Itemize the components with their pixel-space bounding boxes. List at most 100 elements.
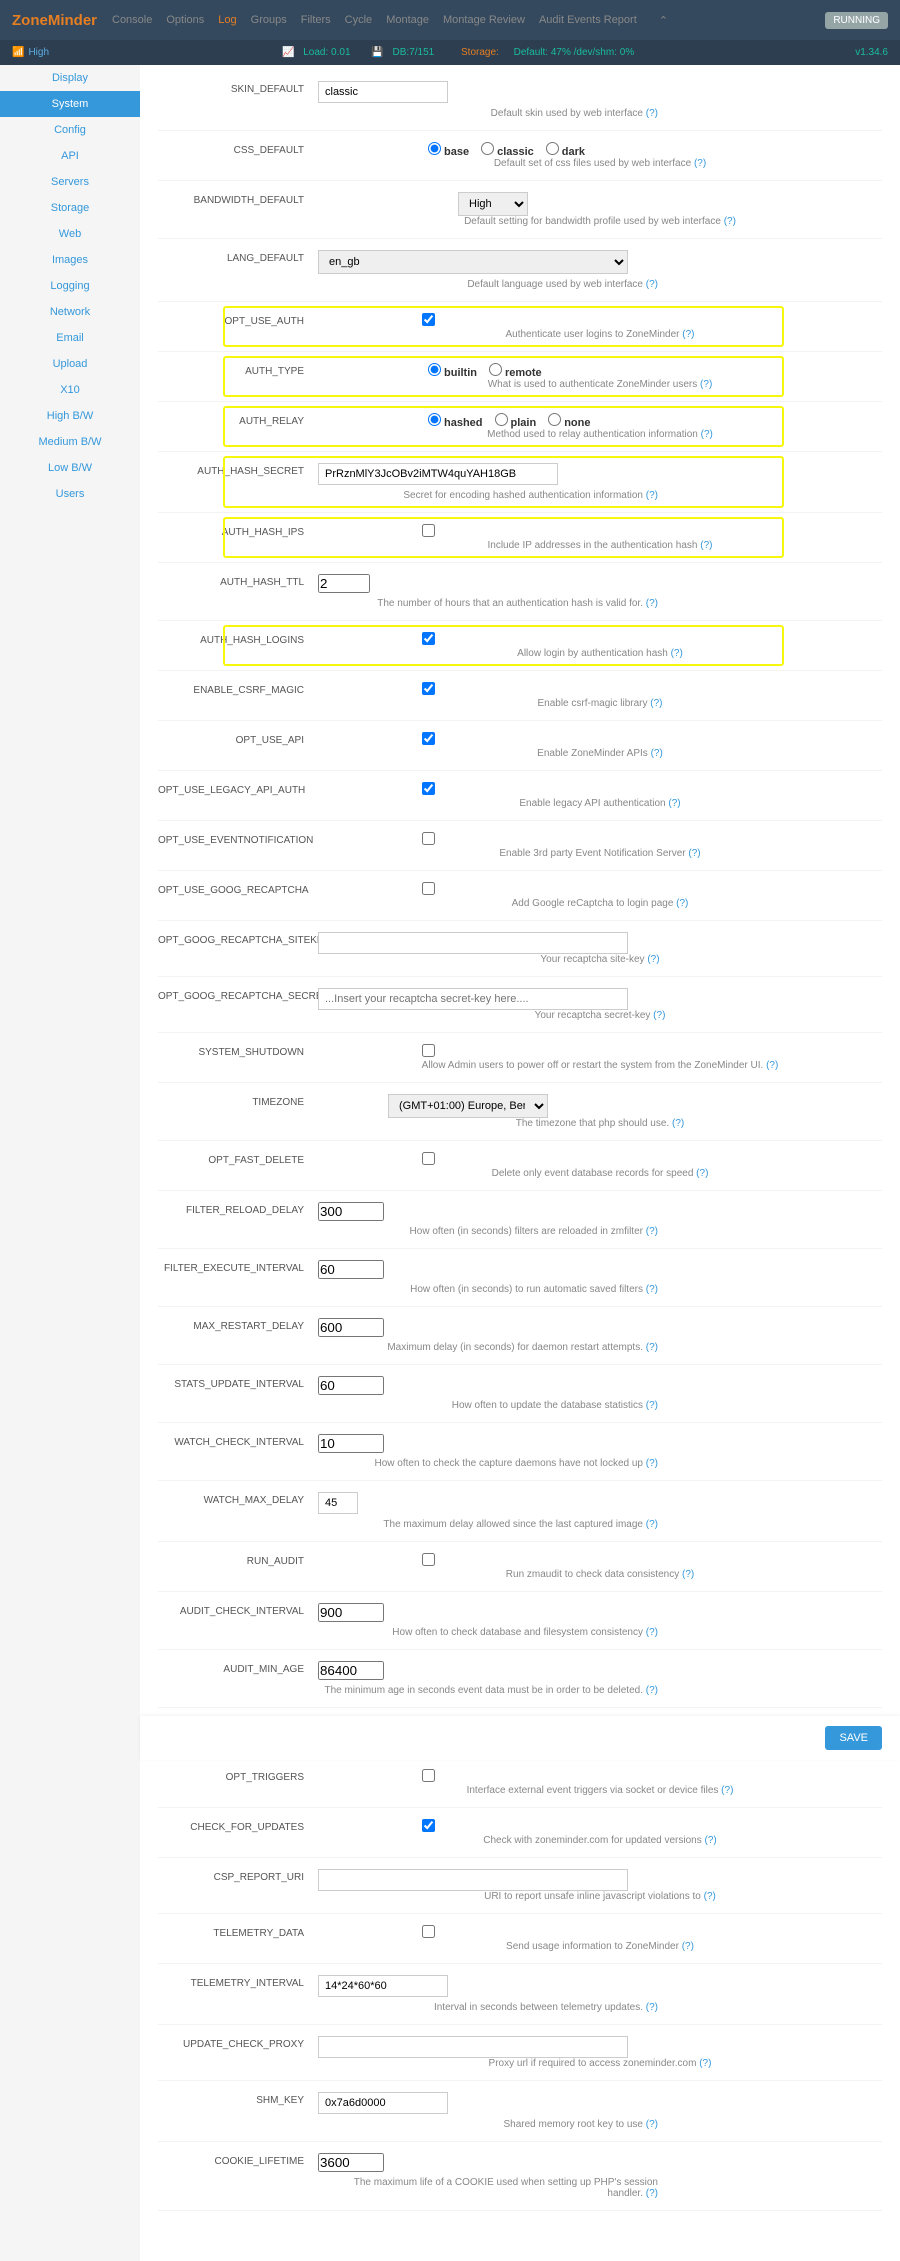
shm-key-input[interactable] [318,2092,448,2114]
auth-hash-secret-input[interactable] [318,463,558,485]
filter-execute-interval-input[interactable] [318,1260,384,1279]
help-icon[interactable]: (?) [705,1835,717,1846]
help-icon[interactable]: (?) [646,1284,658,1295]
storage-status[interactable]: Storage: Default: 47% /dev/shm: 0% [455,47,640,58]
help-icon[interactable]: (?) [646,2119,658,2130]
check-for-updates-checkbox[interactable] [422,1819,435,1832]
radio-dark[interactable]: dark [546,146,585,158]
radio-none[interactable]: none [548,417,590,429]
help-icon[interactable]: (?) [647,954,659,965]
opt-use-goog-recaptcha-checkbox[interactable] [422,882,435,895]
status-badge[interactable]: RUNNING [825,12,888,29]
system-shutdown-checkbox[interactable] [422,1044,435,1057]
radio-base[interactable]: base [428,146,469,158]
sidebar-item-network[interactable]: Network [0,299,140,325]
opt-use-api-checkbox[interactable] [422,732,435,745]
help-icon[interactable]: (?) [646,1458,658,1469]
sidebar-item-servers[interactable]: Servers [0,169,140,195]
radio-hashed[interactable]: hashed [428,417,483,429]
help-icon[interactable]: (?) [646,2002,658,2013]
help-icon[interactable]: (?) [721,1785,733,1796]
help-icon[interactable]: (?) [766,1060,778,1071]
sidebar-item-upload[interactable]: Upload [0,351,140,377]
lang-default-select[interactable]: en_gb [318,250,628,274]
save-button[interactable]: SAVE [825,1726,882,1750]
help-icon[interactable]: (?) [700,379,712,390]
sidebar-item-system[interactable]: System [0,91,140,117]
auth-hash-logins-checkbox[interactable] [422,632,435,645]
opt-goog-recaptcha-sitekey-input[interactable] [318,932,628,954]
sidebar-item-web[interactable]: Web [0,221,140,247]
help-icon[interactable]: (?) [646,1400,658,1411]
help-icon[interactable]: (?) [671,648,683,659]
help-icon[interactable]: (?) [682,1569,694,1580]
sidebar-item-medium-b-w[interactable]: Medium B/W [0,429,140,455]
bandwidth-indicator[interactable]: 📶High [12,47,49,58]
sidebar-item-low-b-w[interactable]: Low B/W [0,455,140,481]
help-icon[interactable]: (?) [676,898,688,909]
db-status[interactable]: 💾 DB:7/151 [371,47,440,58]
filter-reload-delay-input[interactable] [318,1202,384,1221]
nav-audit-events-report[interactable]: Audit Events Report [539,14,637,26]
auth-hash-ips-checkbox[interactable] [422,524,435,537]
nav-options[interactable]: Options [166,14,204,26]
cookie-lifetime-input[interactable] [318,2153,384,2172]
help-icon[interactable]: (?) [646,1519,658,1530]
stats-update-interval-input[interactable] [318,1376,384,1395]
sidebar-item-api[interactable]: API [0,143,140,169]
max-restart-delay-input[interactable] [318,1318,384,1337]
watch-check-interval-input[interactable] [318,1434,384,1453]
radio-remote[interactable]: remote [489,367,542,379]
help-icon[interactable]: (?) [672,1118,684,1129]
help-icon[interactable]: (?) [700,540,712,551]
help-icon[interactable]: (?) [646,1226,658,1237]
help-icon[interactable]: (?) [646,108,658,119]
opt-fast-delete-checkbox[interactable] [422,1152,435,1165]
run-audit-checkbox[interactable] [422,1553,435,1566]
sidebar-item-users[interactable]: Users [0,481,140,507]
help-icon[interactable]: (?) [699,2058,711,2069]
nav-console[interactable]: Console [112,14,152,26]
opt-use-legacy-api-auth-checkbox[interactable] [422,782,435,795]
help-icon[interactable]: (?) [694,158,706,169]
sidebar-item-images[interactable]: Images [0,247,140,273]
sidebar-item-x10[interactable]: X10 [0,377,140,403]
help-icon[interactable]: (?) [688,848,700,859]
radio-plain[interactable]: plain [495,417,537,429]
sidebar-item-display[interactable]: Display [0,65,140,91]
help-icon[interactable]: (?) [704,1891,716,1902]
nav-cycle[interactable]: Cycle [345,14,373,26]
nav-log[interactable]: Log [218,14,236,26]
audit-check-interval-input[interactable] [318,1603,384,1622]
audit-min-age-input[interactable] [318,1661,384,1680]
help-icon[interactable]: (?) [646,490,658,501]
version-label[interactable]: v1.34.6 [855,47,888,58]
skin-default-input[interactable] [318,81,448,103]
sidebar-item-high-b-w[interactable]: High B/W [0,403,140,429]
telemetry-interval-input[interactable] [318,1975,448,1997]
opt-triggers-checkbox[interactable] [422,1769,435,1782]
help-icon[interactable]: (?) [646,2188,658,2199]
help-icon[interactable]: (?) [651,748,663,759]
help-icon[interactable]: (?) [653,1010,665,1021]
nav-more-icon[interactable]: ⌃ [659,14,668,27]
radio-classic[interactable]: classic [481,146,534,158]
help-icon[interactable]: (?) [682,1941,694,1952]
nav-montage[interactable]: Montage [386,14,429,26]
help-icon[interactable]: (?) [646,279,658,290]
help-icon[interactable]: (?) [668,798,680,809]
opt-use-eventnotification-checkbox[interactable] [422,832,435,845]
help-icon[interactable]: (?) [646,1627,658,1638]
help-icon[interactable]: (?) [696,1168,708,1179]
help-icon[interactable]: (?) [646,1342,658,1353]
sidebar-item-storage[interactable]: Storage [0,195,140,221]
logo[interactable]: ZoneMinder [12,12,97,29]
help-icon[interactable]: (?) [646,598,658,609]
sidebar-item-email[interactable]: Email [0,325,140,351]
nav-groups[interactable]: Groups [251,14,287,26]
help-icon[interactable]: (?) [650,698,662,709]
nav-montage-review[interactable]: Montage Review [443,14,525,26]
opt-goog-recaptcha-secretkey-input[interactable] [318,988,628,1010]
csp-report-uri-input[interactable] [318,1869,628,1891]
update-check-proxy-input[interactable] [318,2036,628,2058]
